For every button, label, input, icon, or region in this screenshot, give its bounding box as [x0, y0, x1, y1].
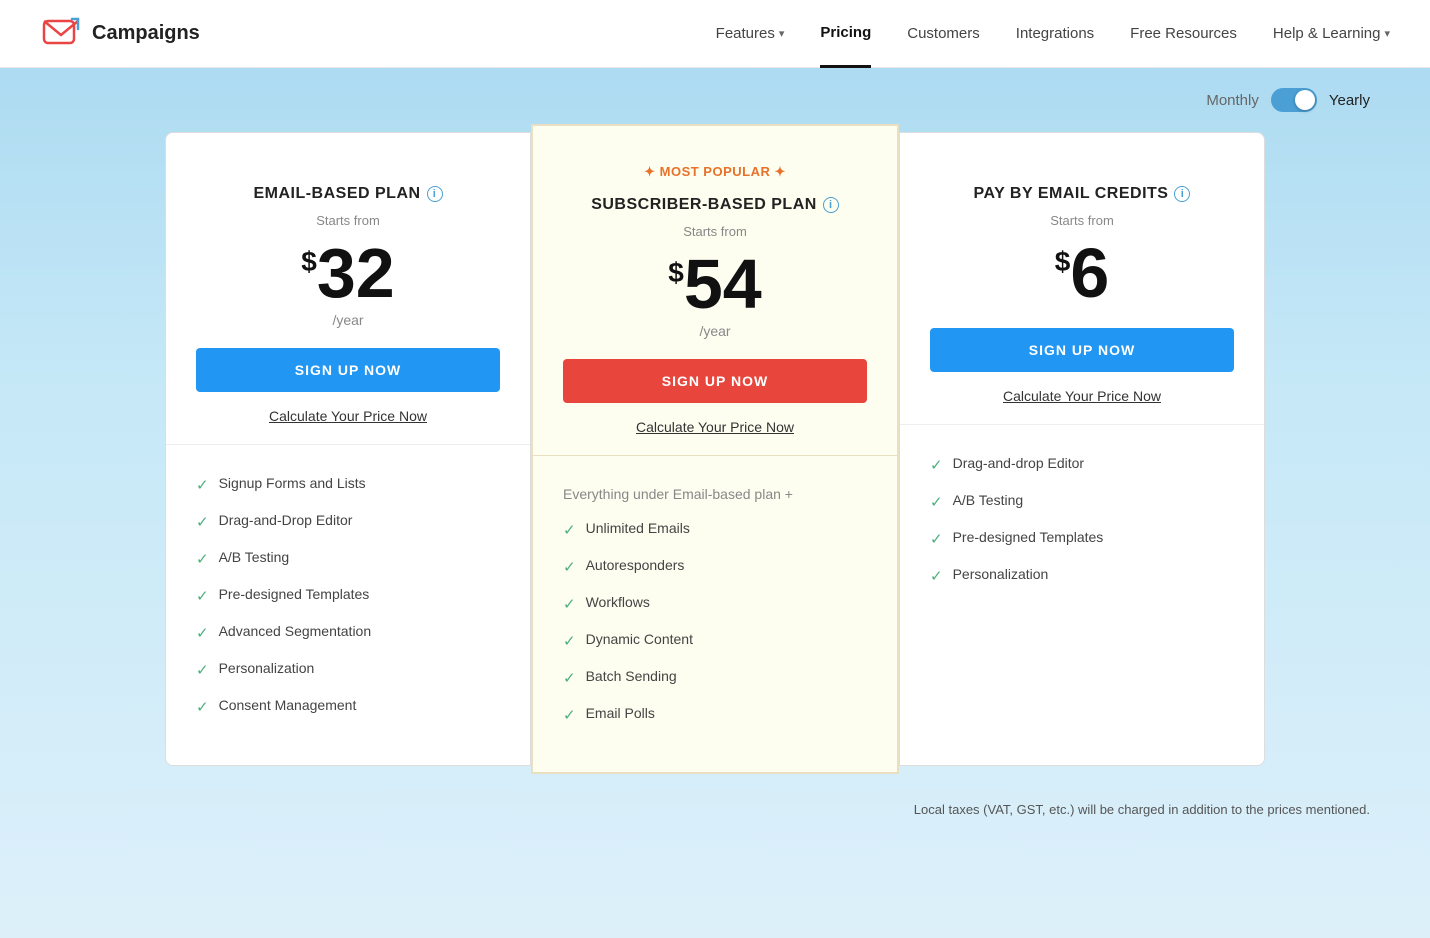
- info-icon-subscriber-based[interactable]: i: [823, 197, 839, 213]
- plan-name-pay-by-credits: PAY BY EMAIL CREDITS i: [930, 185, 1234, 203]
- logo-area[interactable]: Campaigns: [40, 13, 200, 55]
- nav-link-help-learning[interactable]: Help & Learning ▾: [1273, 1, 1390, 66]
- plan-card-pay-by-credits: PAY BY EMAIL CREDITS i Starts from $ 6 S…: [899, 132, 1265, 766]
- check-icon: ✓: [196, 587, 209, 605]
- info-icon-pay-by-credits[interactable]: i: [1174, 186, 1190, 202]
- price-amount-pay-by-credits: 6: [1070, 238, 1109, 308]
- price-period-subscriber-based: /year: [563, 323, 867, 339]
- info-icon-email-based[interactable]: i: [427, 186, 443, 202]
- pricing-cards-container: EMAIL-BASED PLAN i Starts from $ 32 /yea…: [165, 132, 1265, 766]
- nav-link-customers[interactable]: Customers: [907, 1, 980, 66]
- plan-name-subscriber-based: SUBSCRIBER-BASED PLAN i: [563, 196, 867, 214]
- feature-item: ✓ Drag-and-drop Editor: [930, 455, 1234, 474]
- check-icon: ✓: [563, 595, 576, 613]
- check-icon: ✓: [196, 513, 209, 531]
- check-icon: ✓: [196, 550, 209, 568]
- billing-toggle-switch[interactable]: [1271, 88, 1317, 112]
- nav-link-pricing[interactable]: Pricing: [820, 0, 871, 68]
- calculate-link-email-based[interactable]: Calculate Your Price Now: [196, 408, 500, 424]
- price-dollar-pay-by-credits: $: [1055, 246, 1071, 278]
- check-icon: ✓: [196, 476, 209, 494]
- plan-card-email-based: EMAIL-BASED PLAN i Starts from $ 32 /yea…: [165, 132, 531, 766]
- price-amount-subscriber-based: 54: [684, 249, 762, 319]
- check-icon: ✓: [196, 698, 209, 716]
- price-dollar-subscriber-based: $: [668, 257, 684, 289]
- feature-item: ✓ Personalization: [196, 660, 500, 679]
- feature-item: ✓ Autoresponders: [563, 557, 867, 576]
- check-icon: ✓: [196, 661, 209, 679]
- price-dollar-email-based: $: [301, 246, 317, 278]
- price-display-email-based: $ 32: [196, 238, 500, 308]
- check-icon: ✓: [196, 624, 209, 642]
- features-email-based: ✓ Signup Forms and Lists ✓ Drag-and-Drop…: [166, 445, 530, 765]
- nav-link-free-resources[interactable]: Free Resources: [1130, 1, 1237, 66]
- signup-button-email-based[interactable]: SIGN UP NOW: [196, 348, 500, 392]
- check-icon: ✓: [563, 558, 576, 576]
- starts-from-subscriber-based: Starts from: [563, 224, 867, 239]
- calculate-link-subscriber-based[interactable]: Calculate Your Price Now: [563, 419, 867, 435]
- check-icon: ✓: [563, 521, 576, 539]
- signup-button-pay-by-credits[interactable]: SIGN UP NOW: [930, 328, 1234, 372]
- check-icon: ✓: [930, 456, 943, 474]
- price-display-pay-by-credits: $ 6: [930, 238, 1234, 308]
- feature-item: ✓ Email Polls: [563, 705, 867, 724]
- features-pay-by-credits: ✓ Drag-and-drop Editor ✓ A/B Testing ✓ P…: [900, 425, 1264, 765]
- monthly-label: Monthly: [1206, 92, 1259, 109]
- check-icon: ✓: [563, 632, 576, 650]
- feature-item: ✓ Drag-and-Drop Editor: [196, 512, 500, 531]
- feature-item: ✓ Signup Forms and Lists: [196, 475, 500, 494]
- check-icon: ✓: [930, 493, 943, 511]
- logo-text: Campaigns: [92, 22, 200, 45]
- feature-item: ✓ Personalization: [930, 566, 1234, 585]
- footer-note: Local taxes (VAT, GST, etc.) will be cha…: [0, 786, 1430, 833]
- plan-header-subscriber-based: ✦ MOST POPULAR ✦ SUBSCRIBER-BASED PLAN i…: [533, 134, 897, 456]
- check-icon: ✓: [930, 530, 943, 548]
- most-popular-badge: ✦ MOST POPULAR ✦: [563, 164, 867, 180]
- chevron-down-icon-help: ▾: [1384, 27, 1390, 40]
- nav-link-integrations[interactable]: Integrations: [1016, 1, 1094, 66]
- starts-from-pay-by-credits: Starts from: [930, 213, 1234, 228]
- feature-item: ✓ Batch Sending: [563, 668, 867, 687]
- plan-header-pay-by-credits: PAY BY EMAIL CREDITS i Starts from $ 6 S…: [900, 133, 1264, 425]
- navbar: Campaigns Features ▾ Pricing Customers I…: [0, 0, 1430, 68]
- toggle-knob: [1295, 90, 1315, 110]
- yearly-label: Yearly: [1329, 92, 1370, 109]
- nav-links: Features ▾ Pricing Customers Integration…: [716, 0, 1390, 68]
- features-sub-header-subscriber: Everything under Email-based plan +: [563, 486, 867, 502]
- feature-item: ✓ Dynamic Content: [563, 631, 867, 650]
- starts-from-email-based: Starts from: [196, 213, 500, 228]
- check-icon: ✓: [563, 669, 576, 687]
- feature-item: ✓ Pre-designed Templates: [930, 529, 1234, 548]
- plan-card-subscriber-based: ✦ MOST POPULAR ✦ SUBSCRIBER-BASED PLAN i…: [531, 124, 899, 774]
- billing-toggle-area: Monthly Yearly: [0, 68, 1430, 122]
- price-display-subscriber-based: $ 54: [563, 249, 867, 319]
- feature-item: ✓ A/B Testing: [196, 549, 500, 568]
- pricing-section: EMAIL-BASED PLAN i Starts from $ 32 /yea…: [0, 122, 1430, 786]
- price-period-email-based: /year: [196, 312, 500, 328]
- price-amount-email-based: 32: [317, 238, 395, 308]
- plan-header-email-based: EMAIL-BASED PLAN i Starts from $ 32 /yea…: [166, 133, 530, 445]
- plan-name-email-based: EMAIL-BASED PLAN i: [196, 185, 500, 203]
- feature-item: ✓ A/B Testing: [930, 492, 1234, 511]
- check-icon: ✓: [563, 706, 576, 724]
- feature-item: ✓ Workflows: [563, 594, 867, 613]
- check-icon: ✓: [930, 567, 943, 585]
- nav-link-features[interactable]: Features ▾: [716, 1, 785, 66]
- feature-item: ✓ Consent Management: [196, 697, 500, 716]
- campaigns-logo-icon: [40, 13, 82, 55]
- feature-item: ✓ Unlimited Emails: [563, 520, 867, 539]
- features-subscriber-based: Everything under Email-based plan + ✓ Un…: [533, 456, 897, 772]
- feature-item: ✓ Pre-designed Templates: [196, 586, 500, 605]
- calculate-link-pay-by-credits[interactable]: Calculate Your Price Now: [930, 388, 1234, 404]
- feature-item: ✓ Advanced Segmentation: [196, 623, 500, 642]
- chevron-down-icon: ▾: [779, 27, 785, 40]
- signup-button-subscriber-based[interactable]: SIGN UP NOW: [563, 359, 867, 403]
